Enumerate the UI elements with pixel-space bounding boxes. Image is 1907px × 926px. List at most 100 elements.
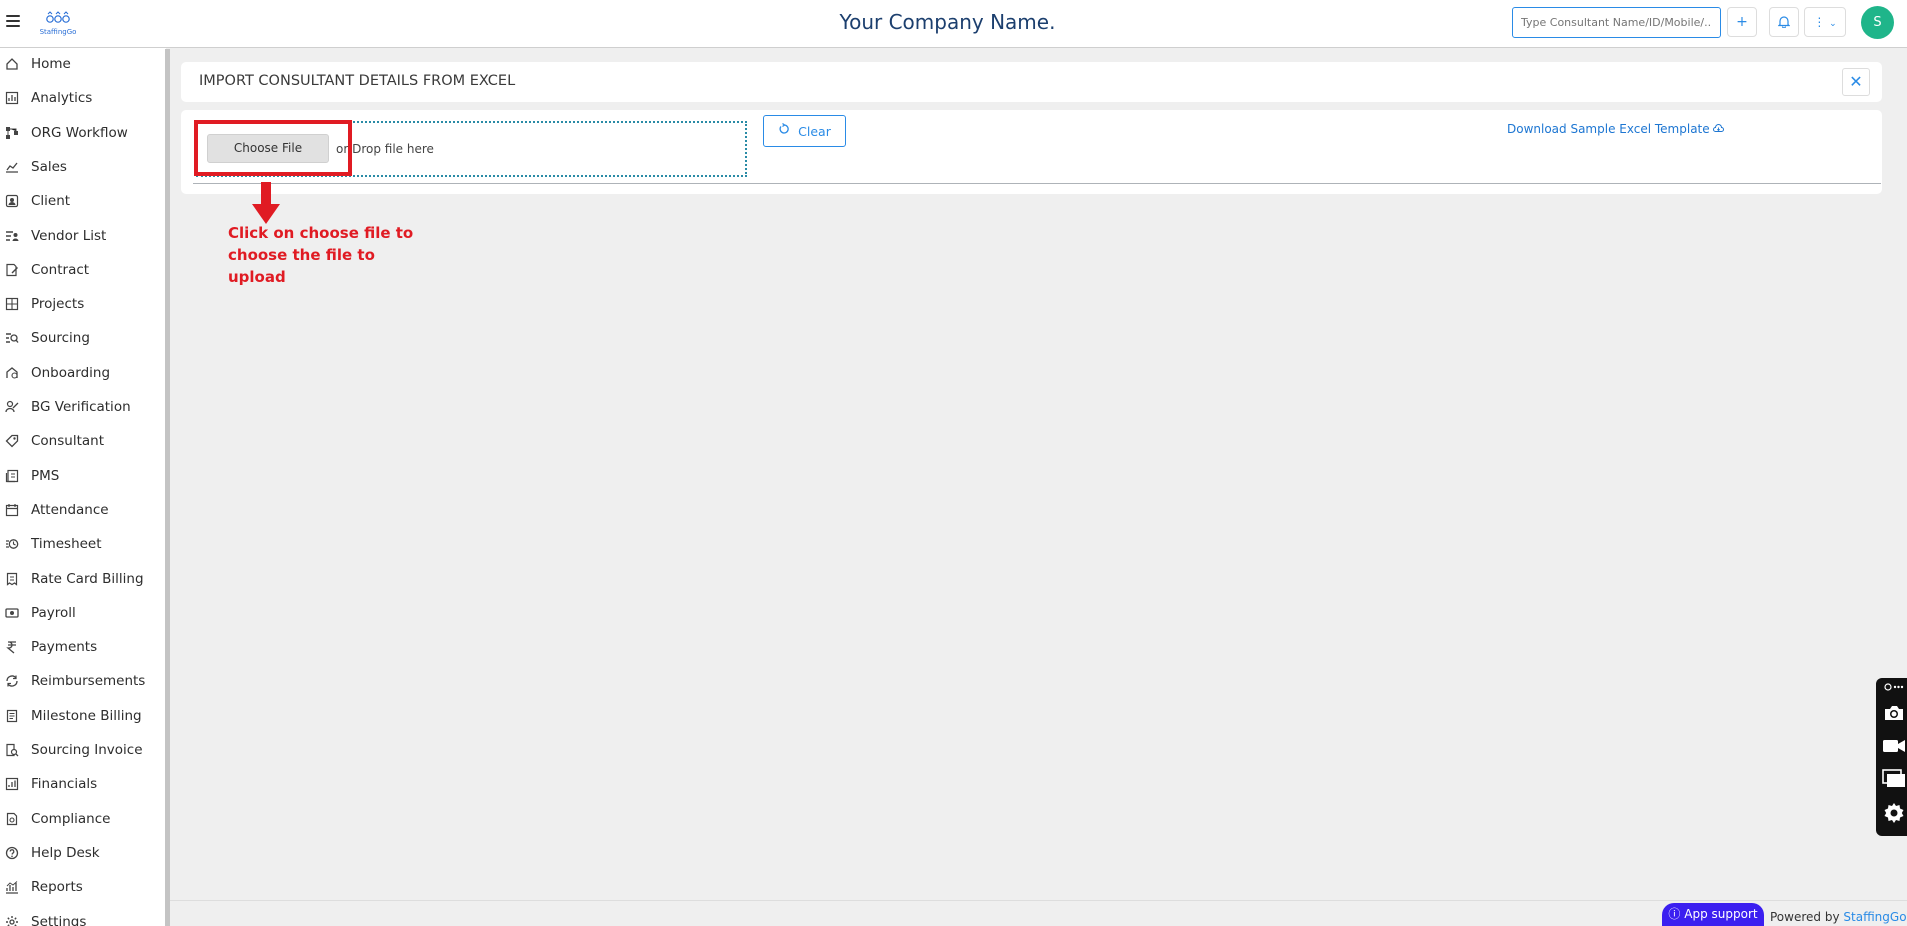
screens-icon[interactable] — [1882, 768, 1906, 790]
sidebar-item-timesheet[interactable]: Timesheet — [0, 527, 166, 561]
sidebar-item-label: Compliance — [31, 810, 111, 827]
sidebar-item-bg-verification[interactable]: BG Verification — [0, 390, 166, 424]
sidebar-item-label: Help Desk — [31, 844, 100, 861]
pms-icon — [5, 469, 19, 483]
video-camera-icon[interactable] — [1882, 735, 1906, 757]
verification-icon — [5, 400, 19, 414]
sidebar-scrollbar[interactable] — [165, 49, 170, 926]
sidebar-item-label: Payroll — [31, 604, 76, 621]
chevron-down-icon: ⌄ — [1829, 19, 1837, 29]
bell-icon — [1777, 16, 1791, 29]
powered-by: Powered by StaffingGo — [1770, 910, 1907, 924]
sidebar-item-reimbursements[interactable]: Reimbursements — [0, 664, 166, 698]
sidebar-item-payroll[interactable]: Payroll — [0, 596, 166, 630]
sidebar-item-payments[interactable]: Payments — [0, 630, 166, 664]
compliance-icon — [5, 812, 19, 826]
content-divider — [193, 183, 1881, 184]
sidebar-item-label: Settings — [31, 913, 87, 926]
projects-icon — [5, 297, 19, 311]
vertical-dots-icon: ⋮ — [1813, 15, 1826, 29]
analytics-icon — [5, 91, 19, 105]
sidebar-item-org-workflow[interactable]: ORG Workflow — [0, 116, 166, 150]
sidebar-item-label: Reports — [31, 879, 83, 896]
sidebar-item-label: Payments — [31, 639, 98, 656]
floating-capture-toolbar — [1876, 678, 1907, 836]
top-header: StaffingGo Your Company Name. + ⋮ ⌄ S — [0, 0, 1907, 48]
financials-icon — [5, 777, 19, 791]
sidebar-item-label: PMS — [31, 467, 60, 484]
sidebar-item-rate-card-billing[interactable]: Rate Card Billing — [0, 562, 166, 596]
consultant-search-input[interactable] — [1512, 7, 1721, 38]
powered-by-brand[interactable]: StaffingGo — [1843, 910, 1906, 924]
sidebar-item-label: Attendance — [31, 501, 109, 518]
reports-icon — [5, 880, 19, 894]
app-support-button[interactable]: ⓘ App support — [1662, 903, 1764, 926]
sidebar-item-client[interactable]: Client — [0, 184, 166, 218]
sidebar-item-home[interactable]: Home — [0, 48, 166, 81]
sidebar-item-label: Sourcing — [31, 330, 90, 347]
user-avatar[interactable]: S — [1861, 6, 1894, 39]
client-icon — [5, 194, 19, 208]
clock-icon — [5, 537, 19, 551]
sidebar-item-settings[interactable]: Settings — [0, 905, 166, 926]
sidebar-item-label: BG Verification — [31, 399, 131, 415]
milestone-icon — [5, 709, 19, 723]
camera-icon[interactable] — [1882, 702, 1906, 724]
sidebar-item-reports[interactable]: Reports — [0, 870, 166, 904]
more-options-button[interactable]: ⋮ ⌄ — [1804, 7, 1846, 37]
sidebar-item-consultant[interactable]: Consultant — [0, 424, 166, 458]
cloud-download-icon — [1713, 122, 1725, 136]
sidebar-item-label: Sourcing Invoice — [31, 742, 143, 758]
sidebar-item-label: Reimbursements — [31, 673, 146, 690]
sidebar-item-financials[interactable]: Financials — [0, 767, 166, 801]
sidebar-item-sourcing-invoice[interactable]: Sourcing Invoice — [0, 733, 166, 767]
gear-icon[interactable] — [1882, 802, 1906, 824]
close-button[interactable]: ✕ — [1842, 68, 1870, 96]
sidebar-item-compliance[interactable]: Compliance — [0, 802, 166, 836]
calendar-icon — [5, 503, 19, 517]
sidebar-item-label: Home — [31, 56, 71, 72]
sidebar-item-projects[interactable]: Projects — [0, 287, 166, 321]
vendor-icon — [5, 229, 19, 243]
sidebar-item-attendance[interactable]: Attendance — [0, 493, 166, 527]
sidebar-item-label: Analytics — [31, 90, 93, 107]
powered-by-label: Powered by — [1770, 910, 1840, 924]
payroll-icon — [5, 606, 19, 620]
sidebar-item-sales[interactable]: Sales — [0, 150, 166, 184]
clear-button[interactable]: Clear — [763, 115, 846, 147]
download-template-link[interactable]: Download Sample Excel Template — [1507, 122, 1725, 136]
sidebar-item-label: Sales — [31, 158, 67, 175]
sourcing-icon — [5, 331, 19, 345]
download-template-label: Download Sample Excel Template — [1507, 122, 1710, 136]
question-circle-icon: ⓘ — [1668, 907, 1681, 921]
sidebar-item-analytics[interactable]: Analytics — [0, 81, 166, 115]
sales-icon — [5, 160, 19, 174]
home-icon — [5, 57, 19, 71]
sidebar-item-label: Financials — [31, 776, 98, 793]
import-title-card: IMPORT CONSULTANT DETAILS FROM EXCEL ✕ — [181, 62, 1882, 102]
sidebar-item-help-desk[interactable]: Help Desk — [0, 836, 166, 870]
sidebar-item-label: ORG Workflow — [31, 124, 128, 141]
sidebar-item-label: Projects — [31, 296, 85, 313]
sidebar-item-label: Onboarding — [31, 364, 111, 381]
onboarding-icon — [5, 366, 19, 380]
instruction-annotation: Click on choose file to choose the file … — [228, 224, 414, 286]
sidebar-item-milestone-billing[interactable]: Milestone Billing — [0, 699, 166, 733]
sidebar-item-label: Client — [31, 193, 71, 210]
help-icon — [5, 846, 19, 860]
add-button[interactable]: + — [1727, 7, 1757, 37]
sidebar-item-vendor-list[interactable]: Vendor List — [0, 219, 166, 253]
sidebar-item-pms[interactable]: PMS — [0, 459, 166, 493]
refresh-icon — [778, 123, 790, 139]
sidebar-item-label: Contract — [31, 261, 90, 278]
sidebar-item-onboarding[interactable]: Onboarding — [0, 356, 166, 390]
clear-label: Clear — [798, 123, 831, 139]
settings-icon — [5, 915, 19, 926]
page-title: IMPORT CONSULTANT DETAILS FROM EXCEL — [199, 73, 516, 89]
notification-button[interactable] — [1769, 7, 1799, 37]
sidebar-item-sourcing[interactable]: Sourcing — [0, 321, 166, 355]
toolbar-more-icon[interactable] — [1882, 680, 1906, 694]
sidebar-item-contract[interactable]: Contract — [0, 253, 166, 287]
billing-icon — [5, 572, 19, 586]
sidebar-item-label: Vendor List — [31, 227, 107, 244]
